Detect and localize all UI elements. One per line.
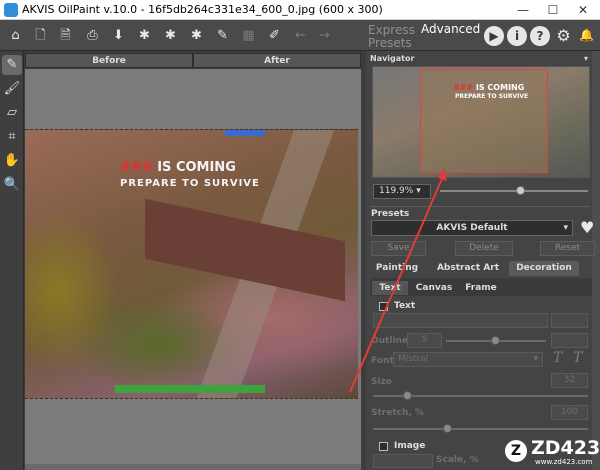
watermark-logo: Z <box>505 440 527 462</box>
bell-icon[interactable]: 🔔 <box>576 25 597 46</box>
text-input[interactable] <box>373 313 548 328</box>
stretch-input[interactable]: 100 <box>551 405 588 420</box>
outline-slider[interactable] <box>446 336 546 345</box>
chevron-down-icon: ▾ <box>416 186 421 196</box>
undo-icon[interactable]: ← <box>290 25 311 46</box>
info-icon[interactable]: i <box>507 26 527 46</box>
settings-a-icon[interactable]: ✱ <box>134 25 155 46</box>
tab-before[interactable]: Before <box>25 53 193 68</box>
brush-tool-icon[interactable]: 🖌 <box>2 79 22 99</box>
download-icon[interactable]: ⬇ <box>108 25 129 46</box>
horizontal-scrollbar[interactable] <box>25 464 361 470</box>
navigator-preview[interactable]: ### IS COMING PREPARE TO SURVIVE <box>372 66 590 178</box>
font-select[interactable]: Mistral ▾ <box>393 352 543 367</box>
image-caption-line2: PREPARE TO SURVIVE <box>120 178 260 189</box>
image-checkbox-label: Image <box>394 441 426 451</box>
title-bar: AKVIS OilPaint v.10.0 - 16f5db264c331e34… <box>0 0 600 20</box>
tab-painting[interactable]: Painting <box>372 261 422 276</box>
save-preset-button[interactable]: Save <box>371 241 426 256</box>
maximize-button[interactable]: ☐ <box>538 2 568 18</box>
size-slider[interactable] <box>373 391 588 400</box>
open-file-icon[interactable]: 🗋 <box>30 25 51 46</box>
chevron-down-icon: ▾ <box>533 354 538 364</box>
watermark-url: www.zd423.com <box>535 458 593 466</box>
save-file-icon[interactable]: 🗎 <box>55 25 76 46</box>
size-slider-knob[interactable] <box>403 391 412 400</box>
outline-input[interactable]: 5 <box>407 333 442 348</box>
outline-label: Outline <box>371 336 409 346</box>
watermark-brand: ZD423 <box>531 437 600 459</box>
navigator-header: Navigator ▾ <box>370 54 590 65</box>
navigator-caption-line2: PREPARE TO SURVIVE <box>455 93 529 100</box>
navigator-caption-line1: ### IS COMING <box>453 83 525 92</box>
settings-c-icon[interactable]: ✱ <box>186 25 207 46</box>
tab-advanced[interactable]: Advanced <box>421 22 480 36</box>
size-input[interactable]: 32 <box>551 373 588 388</box>
font-label: Font <box>371 356 394 366</box>
settings-b-icon[interactable]: ✱ <box>160 25 181 46</box>
print-icon[interactable]: ⎙ <box>82 25 103 46</box>
brush-icon[interactable]: ✐ <box>264 25 285 46</box>
tab-decoration[interactable]: Decoration <box>509 261 579 276</box>
navigator-label: Navigator <box>370 54 415 63</box>
presets-label: Presets <box>371 209 410 219</box>
outline-slider-knob[interactable] <box>491 336 500 345</box>
hand-icon[interactable]: ✋ <box>2 151 22 171</box>
stretch-label: Stretch, % <box>371 408 424 418</box>
tab-express-presets[interactable]: Express Presets <box>368 24 418 50</box>
tab-abstract-art[interactable]: Abstract Art <box>432 261 504 276</box>
text-color-swatch[interactable] <box>551 313 588 328</box>
app-logo-icon <box>4 3 18 17</box>
eraser-icon[interactable]: ▱ <box>2 103 22 123</box>
help-icon[interactable]: ? <box>530 26 550 46</box>
panel-scrollbar[interactable] <box>592 51 600 470</box>
scale-label: Scale, % <box>436 455 479 465</box>
close-button[interactable]: ✕ <box>568 2 598 18</box>
left-toolbar: ✎ 🖌 ▱ ⌗ ✋ 🔍 <box>0 51 24 470</box>
run-icon[interactable]: ▶ <box>484 26 504 46</box>
subtab-frame[interactable]: Frame <box>462 281 500 295</box>
crop-icon[interactable]: ⌗ <box>2 127 22 147</box>
preset-select[interactable]: AKVIS Default ▾ <box>371 220 573 236</box>
view-tabs: Before After <box>25 53 361 68</box>
reset-preset-button[interactable]: Reset <box>540 241 595 256</box>
gear-icon[interactable]: ⚙ <box>553 25 574 46</box>
bold-style-icon[interactable]: T <box>553 350 562 366</box>
redo-icon[interactable]: → <box>314 25 335 46</box>
text-checkbox[interactable] <box>379 302 388 311</box>
size-label: Size <box>371 377 392 387</box>
subtab-text[interactable]: Text <box>372 281 408 295</box>
outline-color-swatch[interactable] <box>551 333 588 348</box>
italic-style-icon[interactable]: T <box>573 350 582 366</box>
text-checkbox-label: Text <box>394 301 416 311</box>
image-preview[interactable] <box>373 454 433 468</box>
zoom-select[interactable]: 119.9% ▾ <box>373 184 431 199</box>
canvas-area[interactable]: ### IS COMING PREPARE TO SURVIVE <box>25 69 361 464</box>
oil-brush-icon[interactable]: ✎ <box>2 55 22 75</box>
zoom-icon[interactable]: 🔍 <box>2 175 22 195</box>
stretch-slider-knob[interactable] <box>443 424 452 433</box>
painted-image: ### IS COMING PREPARE TO SURVIVE <box>25 129 358 399</box>
wand-icon[interactable]: ✎ <box>212 25 233 46</box>
collapse-icon[interactable]: ▾ <box>584 54 588 63</box>
delete-preset-button[interactable]: Delete <box>455 241 513 256</box>
chevron-down-icon: ▾ <box>563 223 568 233</box>
window-title: AKVIS OilPaint v.10.0 - 16f5db264c331e34… <box>22 3 383 16</box>
disabled-icon: ▦ <box>242 28 255 43</box>
stretch-slider[interactable] <box>373 424 588 433</box>
tab-after[interactable]: After <box>193 53 361 68</box>
zoom-slider[interactable] <box>440 186 588 195</box>
image-checkbox[interactable] <box>379 442 388 451</box>
home-icon[interactable]: ⌂ <box>5 25 26 46</box>
favorite-heart-icon[interactable]: ♥ <box>580 219 594 237</box>
minimize-button[interactable]: — <box>508 2 538 18</box>
subtab-canvas[interactable]: Canvas <box>414 281 454 295</box>
image-caption-line1: ### IS COMING <box>120 160 236 175</box>
